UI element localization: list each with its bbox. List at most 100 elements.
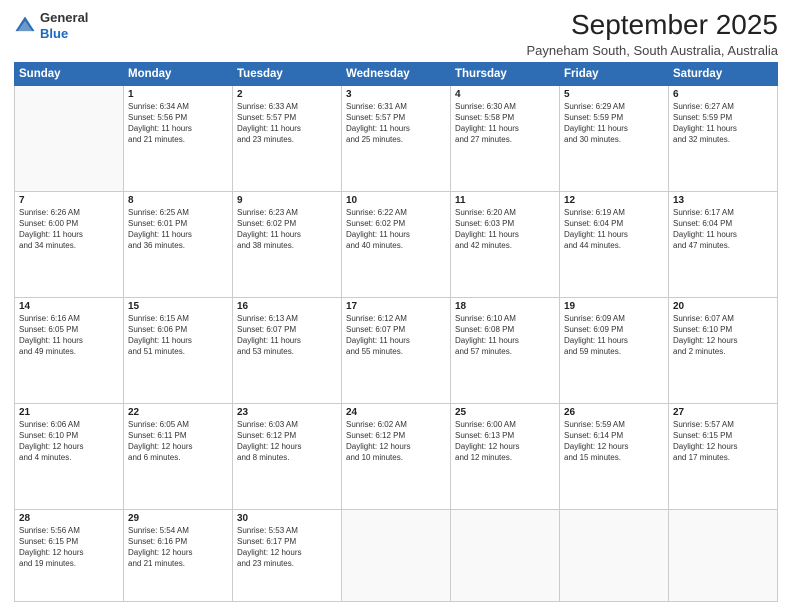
day-info: Sunrise: 5:54 AM Sunset: 6:16 PM Dayligh… (128, 525, 228, 570)
day-number: 17 (346, 301, 446, 312)
day-number: 1 (128, 89, 228, 100)
week-row-2: 7Sunrise: 6:26 AM Sunset: 6:00 PM Daylig… (15, 191, 778, 297)
day-number: 23 (237, 407, 337, 418)
day-info: Sunrise: 6:05 AM Sunset: 6:11 PM Dayligh… (128, 419, 228, 464)
calendar-cell: 26Sunrise: 5:59 AM Sunset: 6:14 PM Dayli… (560, 403, 669, 509)
day-number: 30 (237, 513, 337, 524)
title-block: September 2025 Payneham South, South Aus… (527, 10, 779, 58)
header: General Blue September 2025 Payneham Sou… (14, 10, 778, 58)
day-number: 12 (564, 195, 664, 206)
calendar-cell: 10Sunrise: 6:22 AM Sunset: 6:02 PM Dayli… (342, 191, 451, 297)
logo-blue: Blue (40, 26, 68, 41)
day-info: Sunrise: 6:27 AM Sunset: 5:59 PM Dayligh… (673, 101, 773, 146)
day-number: 10 (346, 195, 446, 206)
day-info: Sunrise: 6:29 AM Sunset: 5:59 PM Dayligh… (564, 101, 664, 146)
calendar-cell: 13Sunrise: 6:17 AM Sunset: 6:04 PM Dayli… (669, 191, 778, 297)
day-number: 15 (128, 301, 228, 312)
calendar-cell: 19Sunrise: 6:09 AM Sunset: 6:09 PM Dayli… (560, 297, 669, 403)
day-number: 21 (19, 407, 119, 418)
calendar-cell (669, 509, 778, 601)
calendar-cell: 22Sunrise: 6:05 AM Sunset: 6:11 PM Dayli… (124, 403, 233, 509)
day-info: Sunrise: 6:03 AM Sunset: 6:12 PM Dayligh… (237, 419, 337, 464)
calendar-cell: 9Sunrise: 6:23 AM Sunset: 6:02 PM Daylig… (233, 191, 342, 297)
day-number: 16 (237, 301, 337, 312)
calendar-cell: 6Sunrise: 6:27 AM Sunset: 5:59 PM Daylig… (669, 85, 778, 191)
day-number: 13 (673, 195, 773, 206)
day-info: Sunrise: 6:07 AM Sunset: 6:10 PM Dayligh… (673, 313, 773, 358)
day-number: 29 (128, 513, 228, 524)
day-info: Sunrise: 6:17 AM Sunset: 6:04 PM Dayligh… (673, 207, 773, 252)
month-title: September 2025 (527, 10, 779, 41)
weekday-header-friday: Friday (560, 62, 669, 85)
day-info: Sunrise: 6:10 AM Sunset: 6:08 PM Dayligh… (455, 313, 555, 358)
week-row-3: 14Sunrise: 6:16 AM Sunset: 6:05 PM Dayli… (15, 297, 778, 403)
day-info: Sunrise: 6:15 AM Sunset: 6:06 PM Dayligh… (128, 313, 228, 358)
calendar-cell: 15Sunrise: 6:15 AM Sunset: 6:06 PM Dayli… (124, 297, 233, 403)
day-info: Sunrise: 6:09 AM Sunset: 6:09 PM Dayligh… (564, 313, 664, 358)
weekday-header-sunday: Sunday (15, 62, 124, 85)
day-info: Sunrise: 6:30 AM Sunset: 5:58 PM Dayligh… (455, 101, 555, 146)
logo: General Blue (14, 10, 88, 41)
calendar-cell: 25Sunrise: 6:00 AM Sunset: 6:13 PM Dayli… (451, 403, 560, 509)
location-subtitle: Payneham South, South Australia, Austral… (527, 43, 779, 58)
weekday-header-wednesday: Wednesday (342, 62, 451, 85)
calendar-cell: 24Sunrise: 6:02 AM Sunset: 6:12 PM Dayli… (342, 403, 451, 509)
day-info: Sunrise: 6:25 AM Sunset: 6:01 PM Dayligh… (128, 207, 228, 252)
day-info: Sunrise: 6:20 AM Sunset: 6:03 PM Dayligh… (455, 207, 555, 252)
calendar-cell: 7Sunrise: 6:26 AM Sunset: 6:00 PM Daylig… (15, 191, 124, 297)
day-number: 2 (237, 89, 337, 100)
weekday-header-tuesday: Tuesday (233, 62, 342, 85)
logo-icon (14, 15, 36, 37)
calendar-cell: 14Sunrise: 6:16 AM Sunset: 6:05 PM Dayli… (15, 297, 124, 403)
calendar-cell: 3Sunrise: 6:31 AM Sunset: 5:57 PM Daylig… (342, 85, 451, 191)
day-number: 28 (19, 513, 119, 524)
calendar-cell: 2Sunrise: 6:33 AM Sunset: 5:57 PM Daylig… (233, 85, 342, 191)
day-number: 27 (673, 407, 773, 418)
day-info: Sunrise: 5:59 AM Sunset: 6:14 PM Dayligh… (564, 419, 664, 464)
day-info: Sunrise: 6:19 AM Sunset: 6:04 PM Dayligh… (564, 207, 664, 252)
calendar-cell (342, 509, 451, 601)
calendar-cell: 29Sunrise: 5:54 AM Sunset: 6:16 PM Dayli… (124, 509, 233, 601)
weekday-header-monday: Monday (124, 62, 233, 85)
day-info: Sunrise: 6:31 AM Sunset: 5:57 PM Dayligh… (346, 101, 446, 146)
calendar-cell: 30Sunrise: 5:53 AM Sunset: 6:17 PM Dayli… (233, 509, 342, 601)
calendar-cell: 17Sunrise: 6:12 AM Sunset: 6:07 PM Dayli… (342, 297, 451, 403)
day-info: Sunrise: 6:02 AM Sunset: 6:12 PM Dayligh… (346, 419, 446, 464)
day-number: 11 (455, 195, 555, 206)
weekday-header-row: SundayMondayTuesdayWednesdayThursdayFrid… (15, 62, 778, 85)
calendar-cell: 27Sunrise: 5:57 AM Sunset: 6:15 PM Dayli… (669, 403, 778, 509)
day-info: Sunrise: 6:34 AM Sunset: 5:56 PM Dayligh… (128, 101, 228, 146)
day-number: 19 (564, 301, 664, 312)
week-row-5: 28Sunrise: 5:56 AM Sunset: 6:15 PM Dayli… (15, 509, 778, 601)
calendar-cell: 12Sunrise: 6:19 AM Sunset: 6:04 PM Dayli… (560, 191, 669, 297)
calendar-cell (15, 85, 124, 191)
day-info: Sunrise: 6:12 AM Sunset: 6:07 PM Dayligh… (346, 313, 446, 358)
day-number: 3 (346, 89, 446, 100)
week-row-1: 1Sunrise: 6:34 AM Sunset: 5:56 PM Daylig… (15, 85, 778, 191)
day-info: Sunrise: 5:53 AM Sunset: 6:17 PM Dayligh… (237, 525, 337, 570)
day-number: 22 (128, 407, 228, 418)
calendar-table: SundayMondayTuesdayWednesdayThursdayFrid… (14, 62, 778, 602)
day-number: 25 (455, 407, 555, 418)
week-row-4: 21Sunrise: 6:06 AM Sunset: 6:10 PM Dayli… (15, 403, 778, 509)
calendar-cell: 16Sunrise: 6:13 AM Sunset: 6:07 PM Dayli… (233, 297, 342, 403)
calendar-cell: 21Sunrise: 6:06 AM Sunset: 6:10 PM Dayli… (15, 403, 124, 509)
calendar-cell: 1Sunrise: 6:34 AM Sunset: 5:56 PM Daylig… (124, 85, 233, 191)
day-number: 7 (19, 195, 119, 206)
weekday-header-saturday: Saturday (669, 62, 778, 85)
calendar-cell: 4Sunrise: 6:30 AM Sunset: 5:58 PM Daylig… (451, 85, 560, 191)
day-number: 4 (455, 89, 555, 100)
day-number: 6 (673, 89, 773, 100)
page: General Blue September 2025 Payneham Sou… (0, 0, 792, 612)
calendar-cell: 23Sunrise: 6:03 AM Sunset: 6:12 PM Dayli… (233, 403, 342, 509)
day-number: 9 (237, 195, 337, 206)
calendar-cell: 28Sunrise: 5:56 AM Sunset: 6:15 PM Dayli… (15, 509, 124, 601)
day-number: 14 (19, 301, 119, 312)
calendar-cell: 11Sunrise: 6:20 AM Sunset: 6:03 PM Dayli… (451, 191, 560, 297)
day-number: 24 (346, 407, 446, 418)
day-info: Sunrise: 6:13 AM Sunset: 6:07 PM Dayligh… (237, 313, 337, 358)
calendar-cell (560, 509, 669, 601)
day-number: 20 (673, 301, 773, 312)
logo-general: General (40, 10, 88, 25)
day-info: Sunrise: 6:33 AM Sunset: 5:57 PM Dayligh… (237, 101, 337, 146)
